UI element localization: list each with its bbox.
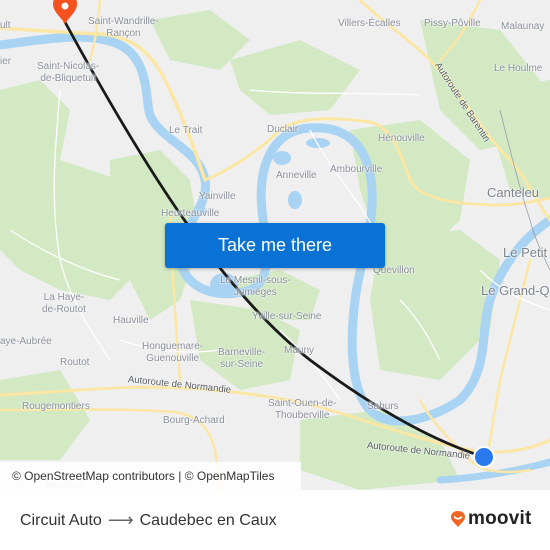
- place-label: Malaunay: [501, 21, 545, 32]
- place-label: ult: [0, 20, 11, 31]
- place-label: Barneville- sur-Seine: [218, 347, 266, 370]
- origin-dot[interactable]: [475, 448, 493, 466]
- moovit-wordmark: moovit: [468, 508, 532, 529]
- place-label: Canteleu: [487, 185, 540, 200]
- place-label: Duclair: [267, 124, 299, 135]
- place-label: La Haye- de-Routot: [42, 292, 86, 315]
- place-label: Heurteauville: [161, 208, 220, 219]
- place-label: Pissy-Pôville: [424, 18, 481, 29]
- arrow-right-icon: ⟶: [107, 510, 134, 530]
- place-label: Le Houlme: [494, 63, 543, 74]
- place-label: Sahurs: [367, 401, 399, 412]
- place-label: Hénouville: [378, 133, 425, 144]
- place-label: Honguemare- Guenouville: [142, 341, 204, 364]
- place-label: Saint-Nicolas- de-Bliquetuit: [37, 61, 100, 84]
- place-label: Saint-Ouen-de- Thouberville: [268, 398, 337, 421]
- place-label: Yville-sur-Seine: [252, 311, 322, 322]
- place-label: Rougemontiers: [22, 401, 90, 412]
- place-label: Bourg-Achard: [163, 415, 225, 426]
- place-label: Ambourville: [330, 164, 383, 175]
- place-label: Hauville: [113, 315, 149, 326]
- moovit-pin-icon: [451, 511, 465, 527]
- place-label: Le Grand-Q: [481, 283, 550, 298]
- place-label-line: Saint-Wandrille- Rançon: [88, 16, 159, 39]
- place-label: Yainville: [199, 191, 236, 202]
- place-label: Anneville: [276, 170, 317, 181]
- destination-pin[interactable]: [53, 0, 77, 24]
- moovit-logo[interactable]: moovit: [450, 508, 531, 530]
- origin-name: Circuit Auto: [20, 511, 102, 529]
- place-label: Mauny: [284, 345, 315, 356]
- map[interactable]: ult Saint-Wandrille- Rançon Villers-Écal…: [0, 0, 550, 490]
- route-title: Circuit Auto ⟶ Caudebec en Caux: [20, 510, 277, 531]
- place-label: aye-Aubrée: [0, 336, 52, 347]
- place-label: Le Trait: [169, 125, 203, 136]
- map-attribution[interactable]: © OpenStreetMap contributors | © OpenMap…: [0, 462, 301, 490]
- place-label: Le Mesnil-sous- Jumièges: [220, 275, 291, 298]
- place-label: Villers-Écalles: [338, 18, 401, 29]
- place-label: Le Petit: [503, 245, 548, 260]
- place-label: ier: [0, 56, 12, 67]
- place-label: Saint-Wandrille- Rançon: [88, 16, 159, 40]
- destination-name: Caudebec en Caux: [139, 511, 277, 529]
- place-label: Routot: [60, 357, 90, 368]
- take-me-there-button[interactable]: Take me there: [165, 223, 385, 268]
